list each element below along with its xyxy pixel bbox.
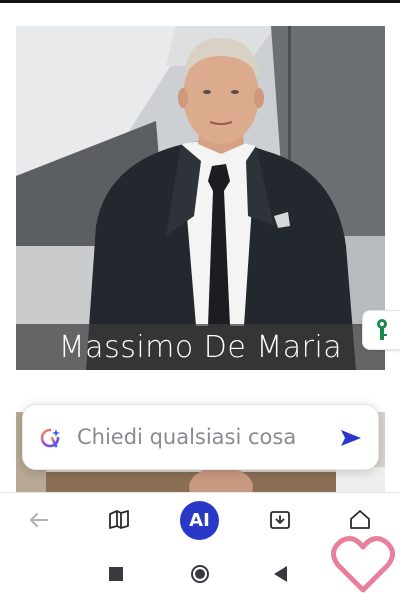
ai-button[interactable]: AI <box>180 501 219 540</box>
caption-band: Massimo De Maria <box>16 324 385 370</box>
back-button[interactable] <box>24 505 54 535</box>
square-icon <box>109 567 123 581</box>
status-divider <box>0 0 400 3</box>
ai-ask-box[interactable]: Chiedi qualsiasi cosa <box>22 404 379 470</box>
send-icon[interactable] <box>339 426 363 450</box>
person-name: Massimo De Maria <box>58 329 343 365</box>
back-nav-button[interactable] <box>268 561 294 587</box>
article-image-card[interactable]: Massimo De Maria <box>16 26 385 370</box>
password-key-tab[interactable] <box>362 310 400 350</box>
home-button[interactable] <box>345 505 375 535</box>
ai-button-label: AI <box>189 510 210 531</box>
triangle-back-icon <box>274 566 287 582</box>
recents-button[interactable] <box>103 561 129 587</box>
download-icon <box>270 511 290 529</box>
ai-sparkle-icon <box>40 428 60 448</box>
circle-icon <box>191 565 209 583</box>
reader-button[interactable] <box>104 505 134 535</box>
back-arrow-icon <box>30 513 48 527</box>
ask-placeholder[interactable]: Chiedi qualsiasi cosa <box>77 425 296 449</box>
downloads-button[interactable] <box>265 505 295 535</box>
person-photo <box>16 26 385 370</box>
heart-icon[interactable] <box>330 534 396 596</box>
book-icon <box>109 510 129 529</box>
home-icon <box>350 510 370 529</box>
key-icon <box>377 319 387 340</box>
home-nav-button[interactable] <box>187 561 213 587</box>
